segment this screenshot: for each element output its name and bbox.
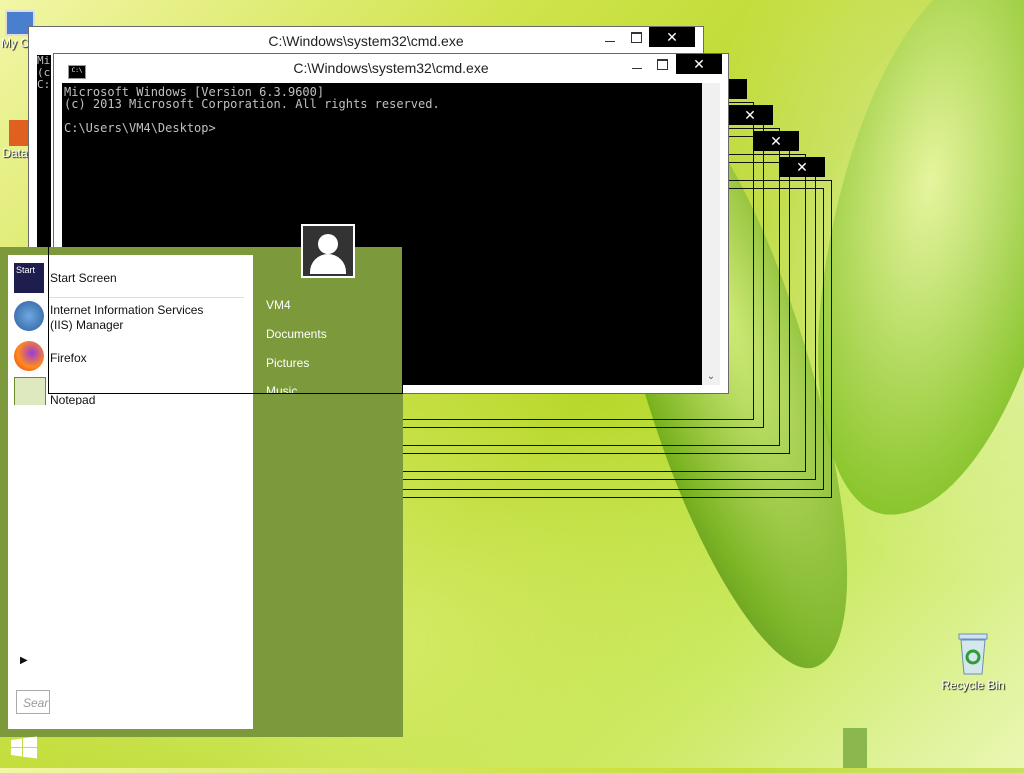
title-bar[interactable]: C:\Windows\system32\cmd.exe bbox=[29, 27, 703, 55]
start-menu-programs: Start Start Screen Internet Information … bbox=[8, 255, 253, 729]
firefox-icon bbox=[14, 341, 44, 371]
minimize-button[interactable] bbox=[605, 34, 615, 44]
start-menu-item-label: Firefox bbox=[50, 351, 87, 365]
iis-icon bbox=[14, 301, 44, 331]
ghost-close-button[interactable]: ✕ bbox=[779, 157, 825, 177]
desktop-icon-label: Recycle Bin bbox=[941, 678, 1005, 692]
close-button[interactable]: ✕ bbox=[676, 54, 722, 74]
scroll-down-arrow[interactable]: ⌄ bbox=[702, 369, 720, 385]
pictures-link[interactable]: Pictures bbox=[266, 356, 309, 370]
start-menu-item-iis[interactable]: Internet Information Services (IIS) Mana… bbox=[8, 301, 253, 337]
user-icon bbox=[318, 234, 338, 254]
start-menu-item-start-screen[interactable]: Start Start Screen bbox=[8, 263, 253, 297]
start-menu-item-label: Internet Information Services (IIS) Mana… bbox=[50, 303, 204, 332]
start-menu-item-notepad[interactable]: Notepad bbox=[8, 377, 253, 405]
user-icon-body bbox=[310, 254, 346, 274]
maximize-button[interactable] bbox=[631, 32, 642, 43]
start-tile-label: Start bbox=[16, 265, 36, 275]
title-text: C:\Windows\system32\cmd.exe bbox=[268, 33, 464, 49]
start-menu-item-label: Notepad bbox=[50, 393, 96, 405]
title-text: C:\Windows\system32\cmd.exe bbox=[293, 60, 489, 76]
vertical-scrollbar[interactable]: ⌄ bbox=[702, 83, 720, 385]
console-line: (c) 2013 Microsoft Corporation. All righ… bbox=[64, 97, 440, 111]
minimize-button[interactable] bbox=[632, 61, 642, 71]
close-button[interactable]: ✕ bbox=[649, 27, 695, 47]
ghost-close-button[interactable]: ✕ bbox=[727, 105, 773, 125]
console-line: C: bbox=[37, 78, 51, 91]
avatar[interactable] bbox=[301, 224, 355, 278]
start-button[interactable] bbox=[0, 728, 48, 768]
show-desktop-button[interactable] bbox=[843, 728, 867, 768]
start-menu-item-firefox[interactable]: Firefox bbox=[8, 341, 253, 373]
start-menu-item-label: Start Screen bbox=[50, 271, 117, 285]
notepad-icon bbox=[14, 377, 46, 405]
windows-logo-icon bbox=[11, 736, 37, 759]
documents-link[interactable]: Documents bbox=[266, 327, 327, 341]
maximize-button[interactable] bbox=[657, 59, 668, 70]
start-screen-icon: Start bbox=[14, 263, 44, 293]
all-programs-arrow[interactable]: ▶ bbox=[20, 655, 28, 666]
console-prompt: C:\Users\VM4\Desktop> bbox=[64, 121, 216, 135]
start-menu-divider bbox=[48, 297, 244, 298]
user-name-link[interactable]: VM4 bbox=[266, 298, 291, 312]
search-input[interactable]: Sear bbox=[16, 690, 50, 714]
start-menu: Start Start Screen Internet Information … bbox=[0, 247, 403, 737]
recycle-bin-icon bbox=[958, 633, 988, 675]
title-bar[interactable]: C:\ C:\Windows\system32\cmd.exe ✕ bbox=[54, 54, 728, 82]
desktop-icon-recycle-bin[interactable]: Recycle Bin bbox=[938, 630, 1008, 692]
ghost-close-button[interactable]: ✕ bbox=[753, 131, 799, 151]
music-link[interactable]: Music bbox=[266, 384, 297, 394]
